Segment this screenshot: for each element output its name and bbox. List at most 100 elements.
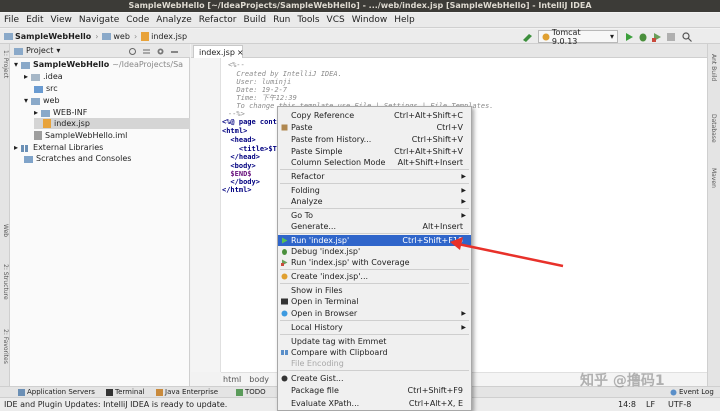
tab-event-log[interactable]: Event Log (670, 388, 714, 397)
tab-java-enterprise[interactable]: Java Enterprise (156, 388, 218, 397)
menu-item-compare-with-clipboard[interactable]: Compare with Clipboard (278, 347, 471, 358)
menu-item-create-gist[interactable]: Create Gist... (278, 373, 471, 384)
editor-tab-bar (191, 44, 707, 58)
debug-icon (282, 249, 287, 255)
todo-icon (236, 389, 243, 396)
chevron-down-icon: ▾ (14, 60, 19, 69)
run-icon (282, 237, 288, 244)
chevron-right-icon: ▸ (34, 108, 39, 117)
folder-icon (4, 33, 13, 40)
hammer-icon[interactable] (522, 32, 534, 42)
tree-item-external-libraries[interactable]: ▸ External Libraries (14, 142, 103, 153)
menu-item-update-tag-emmet[interactable]: Update tag with Emmet (278, 336, 471, 347)
run-configuration-select[interactable]: Tomcat 9.0.13 ▾ (538, 28, 618, 46)
line-separator[interactable]: LF (646, 400, 655, 409)
menu-item-run[interactable]: Run 'index.jsp' Ctrl+Shift+F10 (278, 235, 471, 246)
menu-item-show-in-files[interactable]: Show in Files (278, 285, 471, 296)
github-icon (281, 375, 288, 382)
submenu-arrow-icon: ▶ (461, 198, 466, 205)
menu-refactor[interactable]: Refactor (199, 15, 237, 25)
status-message[interactable]: IDE and Plugin Updates: IntelliJ IDEA is… (4, 400, 227, 409)
search-everywhere-icon[interactable] (682, 32, 692, 42)
breadcrumb-web[interactable]: web (102, 32, 130, 41)
breadcrumb-file[interactable]: index.jsp (141, 31, 187, 41)
project-tool-tab[interactable]: 1: Project (2, 50, 9, 78)
module-file-icon (34, 131, 42, 140)
menu-item-package-file[interactable]: Package file Ctrl+Shift+F9 (278, 385, 471, 396)
file-encoding[interactable]: UTF-8 (668, 400, 691, 409)
menu-item-run-with-coverage[interactable]: Run 'index.jsp' with Coverage (278, 257, 471, 268)
menu-item-paste-from-history[interactable]: Paste from History... Ctrl+Shift+V (278, 134, 471, 145)
menu-item-refactor[interactable]: Refactor ▶ (278, 171, 471, 182)
debug-icon[interactable] (638, 32, 648, 42)
breadcrumb-project[interactable]: SampleWebHello (4, 32, 91, 41)
ant-build-tool-tab[interactable]: Ant Build (710, 54, 717, 81)
context-menu: Copy Reference Ctrl+Alt+Shift+C Paste Ctrl… (277, 106, 472, 411)
menu-code[interactable]: Code (126, 15, 149, 25)
menu-item-analyze[interactable]: Analyze ▶ (278, 196, 471, 207)
coverage-icon[interactable] (652, 32, 662, 42)
tree-item-src[interactable]: src (34, 83, 58, 94)
collapse-all-icon[interactable] (142, 47, 151, 56)
breadcrumb-body[interactable]: body (249, 375, 269, 384)
tree-item-web[interactable]: ▾ web (24, 95, 60, 106)
menu-item-copy-reference[interactable]: Copy Reference Ctrl+Alt+Shift+C (278, 110, 471, 121)
stop-icon[interactable] (666, 32, 676, 42)
menu-item-paste-simple[interactable]: Paste Simple Ctrl+Alt+Shift+V (278, 146, 471, 157)
menu-build[interactable]: Build (244, 15, 267, 25)
menu-item-local-history[interactable]: Local History ▶ (278, 322, 471, 333)
database-tool-tab[interactable]: Database (710, 114, 717, 143)
menu-edit[interactable]: Edit (26, 15, 43, 25)
tab-index-jsp[interactable]: index.jsp × (193, 45, 244, 58)
menu-run[interactable]: Run (273, 15, 290, 25)
tree-item-scratches[interactable]: Scratches and Consoles (24, 153, 131, 164)
menu-help[interactable]: Help (394, 15, 415, 25)
run-icon[interactable] (624, 32, 634, 42)
menu-tools[interactable]: Tools (297, 15, 319, 25)
menu-item-generate[interactable]: Generate... Alt+Insert (278, 221, 471, 232)
close-icon[interactable]: × (237, 48, 244, 57)
menu-item-file-encoding: File Encoding (291, 359, 344, 368)
menu-navigate[interactable]: Navigate (79, 15, 119, 25)
tree-item-idea[interactable]: ▸ .idea (24, 71, 63, 82)
menu-item-open-in-terminal[interactable]: Open in Terminal (278, 296, 471, 307)
menu-item-evaluate-xpath[interactable]: Evaluate XPath... Ctrl+Alt+X, E (278, 398, 471, 409)
maven-tool-tab[interactable]: Maven (710, 168, 717, 188)
gear-icon[interactable] (156, 47, 165, 56)
scratches-icon (24, 155, 33, 163)
tree-item-project-root[interactable]: ▾ SampleWebHello ~/IdeaProjects/Sa (14, 59, 183, 70)
web-tool-tab[interactable]: Web (2, 224, 9, 237)
source-folder-icon (34, 85, 43, 93)
chevron-down-icon: ▾ (24, 96, 29, 105)
menu-item-create-config[interactable]: Create 'index.jsp'... (278, 271, 471, 282)
tab-todo[interactable]: TODO (236, 388, 266, 397)
menu-item-open-in-browser[interactable]: Open in Browser ▶ (278, 308, 471, 319)
tree-item-index-jsp[interactable]: index.jsp (34, 118, 190, 129)
tree-item-web-inf[interactable]: ▸ WEB-INF (34, 107, 87, 118)
tab-application-servers[interactable]: Application Servers (18, 388, 95, 397)
menu-item-debug[interactable]: Debug 'index.jsp' (278, 246, 471, 257)
locate-icon[interactable] (128, 47, 137, 56)
menu-file[interactable]: File (4, 15, 19, 25)
favorites-tool-tab[interactable]: 2: Favorites (2, 329, 9, 364)
tab-terminal[interactable]: Terminal (106, 388, 145, 397)
submenu-arrow-icon: ▶ (461, 324, 466, 331)
breadcrumb-html[interactable]: html (223, 375, 241, 384)
chevron-right-icon: ▸ (24, 72, 29, 81)
menu-item-paste[interactable]: Paste Ctrl+V (278, 122, 471, 133)
folder-icon (21, 61, 31, 69)
folder-icon (31, 73, 41, 81)
watermark: 知乎 @撸码1 (580, 373, 665, 389)
tree-item-iml[interactable]: SampleWebHello.iml (34, 130, 127, 141)
menu-item-folding[interactable]: Folding ▶ (278, 185, 471, 196)
menu-item-go-to[interactable]: Go To ▶ (278, 210, 471, 221)
submenu-arrow-icon: ▶ (461, 187, 466, 194)
hide-panel-icon[interactable] (170, 47, 179, 56)
structure-tool-tab[interactable]: 2: Structure (2, 264, 9, 300)
menu-analyze[interactable]: Analyze (156, 15, 191, 25)
menu-view[interactable]: View (51, 15, 72, 25)
caret-position[interactable]: 14:8 (618, 400, 636, 409)
menu-vcs[interactable]: VCS (327, 15, 345, 25)
menu-window[interactable]: Window (352, 15, 388, 25)
menu-item-column-selection-mode[interactable]: Column Selection Mode Alt+Shift+Insert (278, 157, 471, 168)
